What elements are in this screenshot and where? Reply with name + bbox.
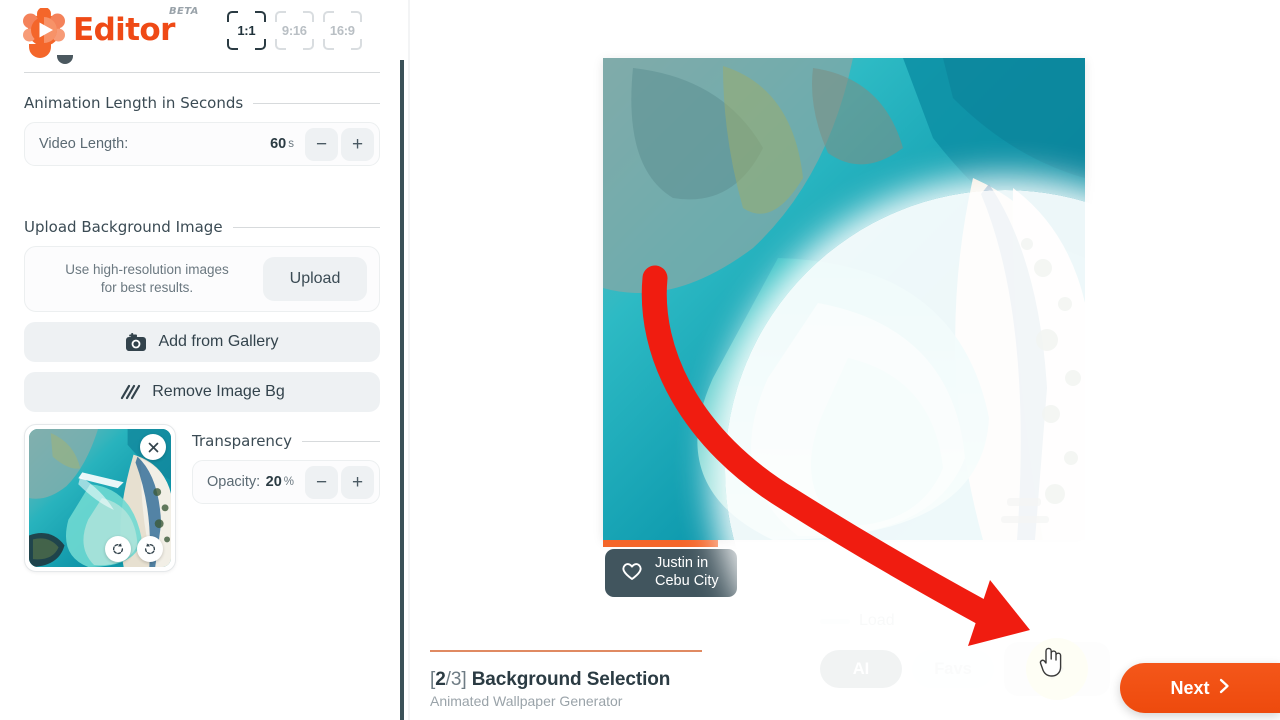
transparency-section: Transparency Opacity: 20 % − + xyxy=(192,424,380,572)
tab-ai[interactable]: AI xyxy=(820,650,902,688)
add-from-gallery-label: Add from Gallery xyxy=(158,333,279,350)
opacity-unit: % xyxy=(283,476,294,488)
main-stage: Justin in Cebu City Load AI Favs [2/3] B… xyxy=(410,0,1280,720)
canvas-background-image xyxy=(603,58,1085,540)
upload-hint: Use high-resolution images for best resu… xyxy=(31,261,263,297)
next-button[interactable]: Next xyxy=(1120,663,1280,713)
step-total: 3 xyxy=(450,669,462,690)
aspect-ratio-16-9-label: 16:9 xyxy=(329,22,355,38)
load-toggle-switch[interactable] xyxy=(820,618,850,624)
rotate-left-button[interactable] xyxy=(105,536,131,562)
transparency-title: Transparency xyxy=(192,432,293,450)
source-pill-row: AI Favs xyxy=(820,638,1110,700)
background-thumbnail-row: Transparency Opacity: 20 % − + xyxy=(24,424,380,572)
animation-length-title: Animation Length in Seconds xyxy=(24,94,244,112)
opacity-label: Opacity: xyxy=(207,474,261,490)
camera-plus-icon xyxy=(125,332,147,352)
credit-author: Justin in xyxy=(655,555,709,572)
video-length-increment-button[interactable]: + xyxy=(341,127,374,161)
load-toggle-label: Load xyxy=(859,612,895,629)
app-root: Editor BETA 1:1 9:16 16:9 Animation Leng… xyxy=(0,0,1280,720)
animation-length-heading: Animation Length in Seconds xyxy=(24,94,380,112)
clipped-section-remnant xyxy=(57,55,73,64)
diagonal-stripes-icon xyxy=(119,383,141,401)
aspect-ratio-group: 1:1 9:16 16:9 xyxy=(226,10,362,50)
rotate-left-icon xyxy=(112,543,124,555)
step-rule xyxy=(430,650,702,652)
next-image-button[interactable] xyxy=(1004,638,1110,700)
top-bar: Editor BETA 1:1 9:16 16:9 xyxy=(0,0,404,60)
left-sidebar: Editor BETA 1:1 9:16 16:9 Animation Leng… xyxy=(0,0,404,720)
background-thumbnail[interactable] xyxy=(24,424,176,572)
heading-rule xyxy=(253,102,380,104)
chevron-right-icon xyxy=(1219,678,1230,699)
remove-image-bg-label: Remove Image Bg xyxy=(152,383,285,400)
opacity-decrement-button[interactable]: − xyxy=(305,465,338,499)
opacity-value: 20 xyxy=(265,474,282,490)
opacity-increment-button[interactable]: + xyxy=(341,465,374,499)
add-from-gallery-button[interactable]: Add from Gallery xyxy=(24,322,380,362)
step-title: [2/3] Background Selection xyxy=(430,669,702,691)
aspect-ratio-9-16[interactable]: 9:16 xyxy=(274,10,314,50)
rotate-right-icon xyxy=(144,543,156,555)
step-subtitle: Animated Wallpaper Generator xyxy=(430,693,623,709)
rotate-right-button[interactable] xyxy=(137,536,163,562)
upload-dropzone[interactable]: Use high-resolution images for best resu… xyxy=(24,246,380,312)
opacity-field[interactable]: Opacity: 20 % − + xyxy=(192,460,380,504)
video-length-label: Video Length: xyxy=(39,136,129,152)
video-length-field[interactable]: Video Length: 60 s − + xyxy=(24,122,380,166)
tab-favs[interactable]: Favs xyxy=(912,650,994,688)
heading-rule xyxy=(232,226,380,228)
animation-length-section: Animation Length in Seconds Video Length… xyxy=(24,94,380,166)
next-button-label: Next xyxy=(1170,677,1210,698)
sidebar-scrollbar[interactable] xyxy=(400,60,404,720)
remove-image-bg-button[interactable]: Remove Image Bg xyxy=(24,372,380,412)
preview-canvas[interactable] xyxy=(603,58,1085,540)
credit-text: Justin in Cebu City xyxy=(655,555,719,590)
upload-hint-line2: for best results. xyxy=(100,280,194,295)
step-bracket-close: ] xyxy=(461,669,467,690)
upload-background-title: Upload Background Image xyxy=(24,218,223,236)
logo-beta-badge: BETA xyxy=(168,6,199,17)
aspect-ratio-9-16-label: 9:16 xyxy=(281,22,307,38)
video-length-value: 60 xyxy=(270,136,287,152)
video-length-decrement-button[interactable]: − xyxy=(305,127,338,161)
upload-button[interactable]: Upload xyxy=(263,257,367,301)
step-name: Background Selection xyxy=(471,669,671,690)
aspect-ratio-1-1-label: 1:1 xyxy=(237,22,256,38)
transparency-heading: Transparency xyxy=(192,432,380,450)
heart-icon[interactable] xyxy=(621,561,643,586)
credit-location: Cebu City xyxy=(655,573,719,589)
step-indicator: [2/3] Background Selection Animated Wall… xyxy=(430,650,702,709)
step-current: 2 xyxy=(435,669,446,690)
logo-text: Editor BETA xyxy=(73,6,199,48)
aspect-ratio-1-1[interactable]: 1:1 xyxy=(226,10,266,50)
panel-divider xyxy=(24,72,380,73)
upload-hint-line1: Use high-resolution images xyxy=(65,261,229,277)
image-credit-badge[interactable]: Justin in Cebu City xyxy=(605,549,737,597)
close-icon xyxy=(148,442,158,452)
remove-thumbnail-button[interactable] xyxy=(140,434,166,460)
load-toggle-row[interactable]: Load xyxy=(820,612,895,630)
upload-background-heading: Upload Background Image xyxy=(24,218,380,236)
upload-background-section: Upload Background Image Use high-resolut… xyxy=(24,218,380,412)
video-length-unit: s xyxy=(288,138,294,150)
chevron-right-icon xyxy=(1026,638,1088,700)
heading-rule xyxy=(302,440,380,442)
aspect-ratio-16-9[interactable]: 16:9 xyxy=(322,10,362,50)
credit-accent-bar xyxy=(603,540,718,547)
